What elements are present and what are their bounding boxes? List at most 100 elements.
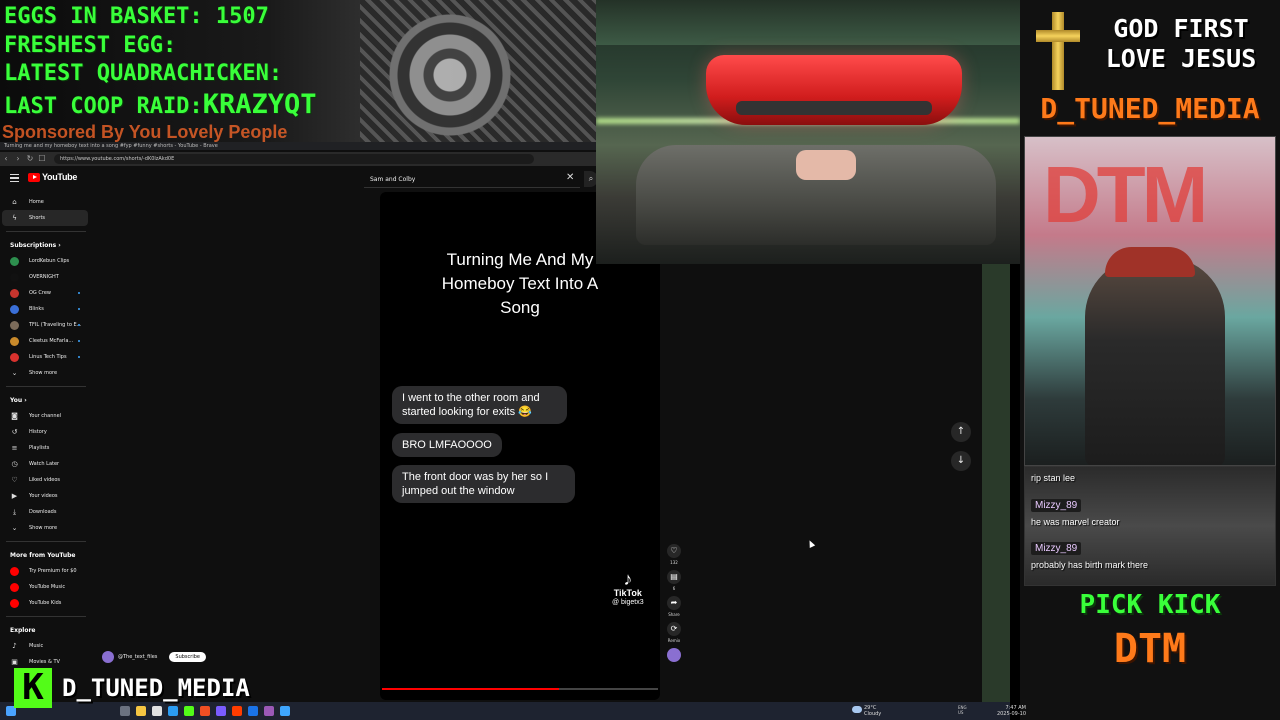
sidebar-item-home[interactable]: ⌂ Home [0, 194, 92, 210]
sidebar-subscription[interactable]: OVERNIGHT [0, 269, 92, 285]
show-more-subscriptions[interactable]: ⌄ Show more [0, 365, 92, 381]
bookmark-icon[interactable]: ☐ [36, 153, 48, 165]
chat-message: he was marvel creator [1031, 517, 1120, 527]
url-bar[interactable]: https://www.youtube.com/shorts/-dK0lzAkd… [54, 154, 534, 164]
freshest-egg-stat: FRESHEST EGG: [4, 33, 177, 58]
subscribe-button[interactable]: Subscribe [169, 652, 206, 662]
avatar[interactable] [102, 651, 114, 663]
room-webcam [596, 0, 1020, 264]
comments-button[interactable]: ▤ 6 [664, 570, 684, 592]
shorts-player[interactable]: Turning Me And My Homeboy Text Into A So… [380, 192, 660, 700]
like-button[interactable]: ♡ 132 [664, 544, 684, 566]
avatar [10, 304, 19, 314]
like-icon: ♡ [667, 544, 681, 558]
sidebar-item-liked-videos[interactable]: ♡ Liked videos [0, 472, 92, 488]
sidebar-item-label: Liked videos [29, 477, 60, 483]
new-content-dot [78, 356, 80, 358]
pick-kick-text: PICK KICK [1079, 590, 1221, 620]
taskbar-app-icon[interactable] [264, 706, 274, 716]
sidebar-subscription[interactable]: Cleetus McFarla... [0, 333, 92, 349]
watch-later-icon: ◷ [11, 459, 18, 468]
sidebar-item-history[interactable]: ↺ History [0, 424, 92, 440]
browser-tab-title[interactable]: Turning me and my homeboy text into a so… [0, 142, 596, 150]
avatar [10, 352, 19, 362]
remix-label: Remix [667, 638, 681, 643]
system-clock[interactable]: 7:47 AM 2025-09-10 [996, 705, 1026, 717]
room-shelf [596, 0, 1020, 45]
language-indicator[interactable]: ENG US [958, 705, 967, 715]
reload-icon[interactable]: ↻ [24, 153, 36, 165]
weather-cloud-icon[interactable] [852, 706, 862, 713]
shorts-actions: ♡ 132 ▤ 6 ➦ Share ⟳ Remix [664, 544, 684, 666]
downloads-icon: ⤓ [12, 507, 17, 516]
video-progress-bar[interactable] [382, 688, 658, 690]
room-pillow [796, 150, 856, 180]
sidebar-item-label: Home [29, 199, 44, 205]
sidebar-item-youtube-app[interactable]: YouTube Kids [0, 595, 92, 611]
subscriptions-header[interactable]: Subscriptions › [0, 237, 92, 253]
sidebar-item-label: OVERNIGHT [29, 274, 59, 280]
comments-icon: ▤ [667, 570, 681, 584]
youtube-app-icon [10, 598, 19, 608]
next-short-button[interactable]: ↓ [951, 451, 971, 471]
sidebar-item-playlists[interactable]: ≡ Playlists [0, 440, 92, 456]
show-more-label: Show more [29, 525, 58, 531]
dtm-footer-text: DTM [1113, 626, 1187, 672]
sidebar-divider [6, 616, 86, 617]
video-progress-fill [382, 688, 559, 690]
browser-toolbar: ‹ › ↻ ☐ https://www.youtube.com/shorts/-… [0, 152, 596, 166]
sidebar-item-youtube-app[interactable]: YouTube Music [0, 579, 92, 595]
weather-widget[interactable]: 29°C Cloudy [864, 705, 881, 717]
menu-icon[interactable] [10, 174, 19, 182]
sidebar-subscription[interactable]: LordKebun Clips [0, 253, 92, 269]
remix-button[interactable]: ⟳ Remix [664, 622, 684, 644]
sidebar-item-label: History [29, 429, 47, 435]
sound-avatar[interactable] [664, 648, 684, 662]
eggs-in-basket-stat: EGGS IN BASKET: 1507 [4, 4, 269, 29]
short-title-line: Song [500, 298, 540, 317]
sidebar-item-label: Try Premium for $0 [29, 568, 77, 574]
you-header[interactable]: You › [0, 392, 92, 408]
chat-box: rip stan lee Mizzy_89 he was marvel crea… [1024, 466, 1276, 586]
sidebar-item-shorts[interactable]: ϟ Shorts [2, 210, 88, 226]
sidebar-item-label: Downloads [29, 509, 57, 515]
tiktok-icon: ♪ [623, 569, 633, 589]
clear-search-icon[interactable]: ✕ [566, 172, 574, 183]
text-bubble: BRO LMFAOOOO [392, 433, 502, 457]
sidebar-subscription[interactable]: Linus Tech Tips [0, 349, 92, 365]
sidebar-divider [6, 231, 86, 232]
sidebar-item-downloads[interactable]: ⤓ Downloads [0, 504, 92, 520]
channel-row: @The_text_files Subscribe [102, 651, 206, 663]
new-content-dot [78, 324, 80, 326]
sidebar-item-label: OG Crew [29, 290, 52, 296]
taskbar-app-icon[interactable] [280, 706, 290, 716]
sidebar-item-your-videos[interactable]: ▶ Your videos [0, 488, 92, 504]
youtube-app-icon [10, 582, 19, 592]
avatar [10, 320, 19, 330]
new-content-dot [78, 292, 80, 294]
search-input[interactable]: Sam and Colby [364, 171, 580, 188]
share-button[interactable]: ➦ Share [664, 596, 684, 618]
sidebar-subscription[interactable]: Blinks [0, 301, 92, 317]
sidebar-item-label: Linus Tech Tips [29, 354, 67, 360]
sidebar-item-watch-later[interactable]: ◷ Watch Later [0, 456, 92, 472]
sidebar-item-music[interactable]: ♪ Music [0, 638, 92, 654]
sidebar-item-your-channel[interactable]: ◙ Your channel [0, 408, 92, 424]
back-icon[interactable]: ‹ [0, 153, 12, 165]
sidebar-divider [6, 386, 86, 387]
tiktok-watermark: ♪ TikTok @ bigetx3 [612, 570, 644, 607]
sidebar-subscription[interactable]: TFIL (Traveling to E... [0, 317, 92, 333]
channel-name[interactable]: @The_text_files [118, 654, 157, 660]
sidebar-item-label: Blinks [29, 306, 44, 312]
love-jesus-line: LOVE JESUS [1105, 44, 1257, 73]
streamer [1085, 257, 1225, 465]
explore-header: Explore [10, 626, 36, 634]
youtube-logo[interactable]: YouTube [28, 172, 77, 182]
previous-short-button[interactable]: ↑ [951, 422, 971, 442]
sidebar-item-youtube-app[interactable]: Try Premium for $0 [0, 563, 92, 579]
sidebar-item-label: Playlists [29, 445, 50, 451]
forward-icon[interactable]: › [12, 153, 24, 165]
show-more-you[interactable]: ⌄ Show more [0, 520, 92, 536]
youtube-sidebar: ⌂ Home ϟ Shorts Subscriptions › LordKebun C… [0, 194, 92, 720]
sidebar-subscription[interactable]: OG Crew [0, 285, 92, 301]
